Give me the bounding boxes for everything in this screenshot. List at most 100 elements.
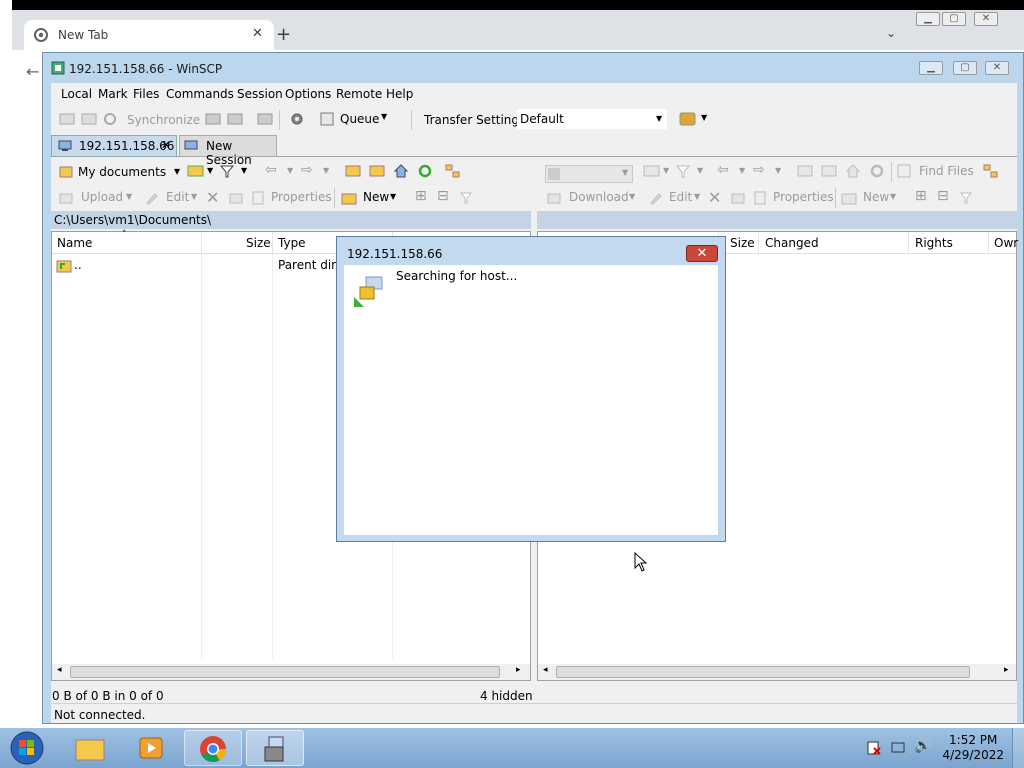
upload-button[interactable]: Upload xyxy=(81,190,123,204)
compare-icon[interactable] xyxy=(59,112,75,126)
queue-dropdown-icon[interactable]: ▼ xyxy=(381,112,387,121)
show-desktop-button[interactable] xyxy=(1012,728,1024,768)
chevron-down-icon[interactable]: ▼ xyxy=(739,166,745,175)
forward-arrow-icon[interactable]: ⇨ xyxy=(301,162,313,178)
back-arrow-icon[interactable]: ⇦ xyxy=(717,162,729,178)
column-rights[interactable]: Rights xyxy=(915,236,953,250)
find-files-button[interactable]: Find Files xyxy=(919,164,974,178)
new-tab-icon[interactable]: + xyxy=(276,24,291,45)
close-tab-icon[interactable]: ✕ xyxy=(252,26,263,41)
minimize-icon[interactable]: ▁ xyxy=(916,12,940,26)
browser-tab[interactable]: New Tab ✕ xyxy=(24,20,274,50)
scroll-thumb[interactable] xyxy=(556,666,970,678)
menu-commands[interactable]: Commands xyxy=(166,87,234,101)
delete-icon[interactable]: ✕ xyxy=(206,188,219,207)
remote-location-select[interactable]: ▼ xyxy=(545,165,633,183)
refresh-icon[interactable] xyxy=(417,163,433,179)
queue-button[interactable]: Queue xyxy=(340,112,379,126)
select-plus-icon[interactable]: ⊞ xyxy=(915,188,927,204)
chevron-down-icon[interactable]: ▼ xyxy=(241,166,247,175)
close-icon[interactable]: ✕ xyxy=(985,61,1009,75)
back-arrow-icon[interactable]: ⇦ xyxy=(265,162,277,178)
edit-button[interactable]: Edit xyxy=(669,190,692,204)
menu-help[interactable]: Help xyxy=(386,87,413,101)
taskbar-media-player[interactable] xyxy=(122,730,180,766)
chevron-down-icon[interactable]: ▼ xyxy=(323,166,329,175)
select-minus-icon[interactable]: ⊟ xyxy=(437,188,449,204)
filter-icon[interactable] xyxy=(459,191,473,205)
menu-remote[interactable]: Remote xyxy=(336,87,382,101)
filter-icon[interactable] xyxy=(219,164,235,178)
download-button[interactable]: Download xyxy=(569,190,629,204)
chevron-down-icon[interactable]: ▼ xyxy=(890,192,896,201)
local-horizontal-scrollbar[interactable]: ◂ ▸ xyxy=(52,664,530,680)
tree-icon[interactable] xyxy=(983,164,999,178)
scroll-left-icon[interactable]: ◂ xyxy=(57,665,62,675)
menu-files[interactable]: Files xyxy=(133,87,159,101)
rename-icon[interactable] xyxy=(229,191,243,205)
chevron-down-icon[interactable]: ▼ xyxy=(126,192,132,201)
menu-session[interactable]: Session xyxy=(237,87,283,101)
console-icon[interactable] xyxy=(205,112,221,126)
scroll-thumb[interactable] xyxy=(70,666,500,678)
refresh-icon[interactable] xyxy=(869,163,885,179)
taskbar-winscp[interactable] xyxy=(246,730,304,766)
terminal-icon[interactable] xyxy=(257,112,273,126)
column-size[interactable]: Size xyxy=(730,236,755,250)
column-changed[interactable]: Changed xyxy=(765,236,819,250)
tree-icon[interactable] xyxy=(445,164,461,178)
root-dir-icon[interactable] xyxy=(369,164,385,178)
menu-mark[interactable]: Mark xyxy=(98,87,128,101)
taskbar-clock[interactable]: 1:52 PM 4/29/2022 xyxy=(942,733,1004,763)
home-icon[interactable] xyxy=(393,163,409,179)
chevron-down-icon[interactable]: ▼ xyxy=(775,166,781,175)
taskbar-explorer[interactable] xyxy=(60,730,118,766)
start-button-icon[interactable] xyxy=(8,730,46,766)
open-folder-icon[interactable] xyxy=(187,164,205,178)
gear-icon[interactable] xyxy=(289,111,305,127)
column-type[interactable]: Type xyxy=(278,236,306,250)
column-size[interactable]: Size xyxy=(246,236,271,250)
new-session-tab[interactable]: New Session xyxy=(179,135,277,167)
chevron-down-icon[interactable]: ▼ xyxy=(629,192,635,201)
parent-dir-icon[interactable] xyxy=(797,164,813,178)
chevron-down-icon[interactable]: ▼ xyxy=(287,166,293,175)
synchronize-button[interactable]: Synchronize xyxy=(127,113,200,127)
select-minus-icon[interactable]: ⊟ xyxy=(937,188,949,204)
scroll-right-icon[interactable]: ▸ xyxy=(516,665,521,675)
network-icon[interactable] xyxy=(890,740,908,756)
edit-button[interactable]: Edit xyxy=(166,190,189,204)
filter-icon[interactable] xyxy=(959,191,973,205)
column-owner[interactable]: Owr xyxy=(994,236,1018,250)
minimize-icon[interactable]: ▁ xyxy=(919,61,943,75)
select-plus-icon[interactable]: ⊞ xyxy=(415,188,427,204)
forward-arrow-icon[interactable]: ⇨ xyxy=(753,162,765,178)
home-icon[interactable] xyxy=(845,163,861,179)
sync-browse-icon[interactable] xyxy=(81,112,97,126)
action-center-icon[interactable] xyxy=(866,740,882,756)
transfer-options-icon[interactable] xyxy=(679,111,697,127)
chevron-down-icon[interactable]: ▼ xyxy=(390,192,396,201)
root-dir-icon[interactable] xyxy=(821,164,837,178)
chevron-down-icon[interactable]: ▼ xyxy=(694,192,700,201)
close-session-icon[interactable]: ✕ xyxy=(161,138,171,152)
chevron-down-icon[interactable]: ▼ xyxy=(663,166,669,175)
close-icon[interactable]: ✕ xyxy=(974,12,998,26)
back-arrow-icon[interactable]: ← xyxy=(26,62,39,81)
putty-icon[interactable] xyxy=(227,112,243,126)
maximize-icon[interactable]: ▢ xyxy=(942,12,966,26)
menu-local[interactable]: Local xyxy=(61,87,92,101)
chevron-down-icon[interactable]: ▼ xyxy=(191,192,197,201)
open-folder-icon[interactable] xyxy=(643,164,661,178)
chevron-down-icon[interactable]: ▼ xyxy=(697,166,703,175)
scroll-right-icon[interactable]: ▸ xyxy=(1004,665,1009,675)
dialog-close-button[interactable]: ✕ xyxy=(686,245,718,262)
properties-button[interactable]: Properties xyxy=(271,190,332,204)
rename-icon[interactable] xyxy=(731,191,745,205)
tab-search-chevron-icon[interactable]: ⌄ xyxy=(886,26,896,40)
remote-horizontal-scrollbar[interactable]: ◂ ▸ xyxy=(538,664,1016,680)
local-location-select[interactable]: My documents ▼ xyxy=(53,161,183,183)
parent-dir-icon[interactable] xyxy=(345,164,361,178)
scroll-left-icon[interactable]: ◂ xyxy=(543,665,548,675)
taskbar-chrome[interactable] xyxy=(184,730,242,766)
